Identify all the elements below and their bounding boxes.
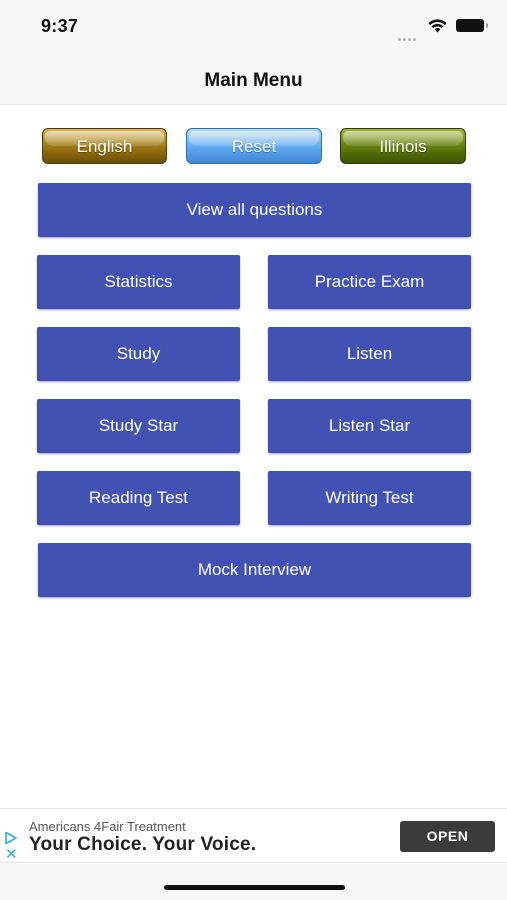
close-icon[interactable]: ✕ xyxy=(5,847,18,862)
ad-choices-icon[interactable] xyxy=(4,831,18,845)
illinois-button-label: Illinois xyxy=(379,137,427,156)
reset-button[interactable]: Reset xyxy=(186,128,322,164)
wifi-icon xyxy=(428,19,447,33)
reset-button-label: Reset xyxy=(231,137,277,156)
listen-star-button[interactable]: Listen Star xyxy=(268,399,471,453)
ad-sponsor: Americans 4Fair Treatment xyxy=(29,819,186,834)
mock-interview-button[interactable]: Mock Interview xyxy=(38,543,471,597)
statistics-button[interactable]: Statistics xyxy=(37,255,240,309)
english-button-label: English xyxy=(76,137,133,156)
home-indicator[interactable] xyxy=(164,885,345,890)
study-button[interactable]: Study xyxy=(37,327,240,381)
battery-icon xyxy=(456,19,488,32)
page-title: Main Menu xyxy=(204,70,303,91)
english-button[interactable]: English xyxy=(42,128,167,164)
ad-banner[interactable]: ✕ Americans 4Fair Treatment Your Choice.… xyxy=(0,808,507,863)
listen-button[interactable]: Listen xyxy=(268,327,471,381)
reading-test-button[interactable]: Reading Test xyxy=(37,471,240,525)
illinois-button[interactable]: Illinois xyxy=(340,128,466,164)
view-all-questions-button[interactable]: View all questions xyxy=(38,183,471,237)
ad-headline: Your Choice. Your Voice. xyxy=(29,834,257,855)
nav-bar: Main Menu xyxy=(0,52,507,105)
signal-dots-icon xyxy=(398,28,420,41)
ad-open-button[interactable]: OPEN xyxy=(400,821,495,852)
screen: 9:37 Main Menu English Reset Illinois Vi… xyxy=(0,0,507,900)
bottom-safe-area xyxy=(0,864,507,900)
study-star-button[interactable]: Study Star xyxy=(37,399,240,453)
practice-exam-button[interactable]: Practice Exam xyxy=(268,255,471,309)
writing-test-button[interactable]: Writing Test xyxy=(268,471,471,525)
status-bar: 9:37 xyxy=(0,0,507,52)
status-time: 9:37 xyxy=(41,16,79,36)
